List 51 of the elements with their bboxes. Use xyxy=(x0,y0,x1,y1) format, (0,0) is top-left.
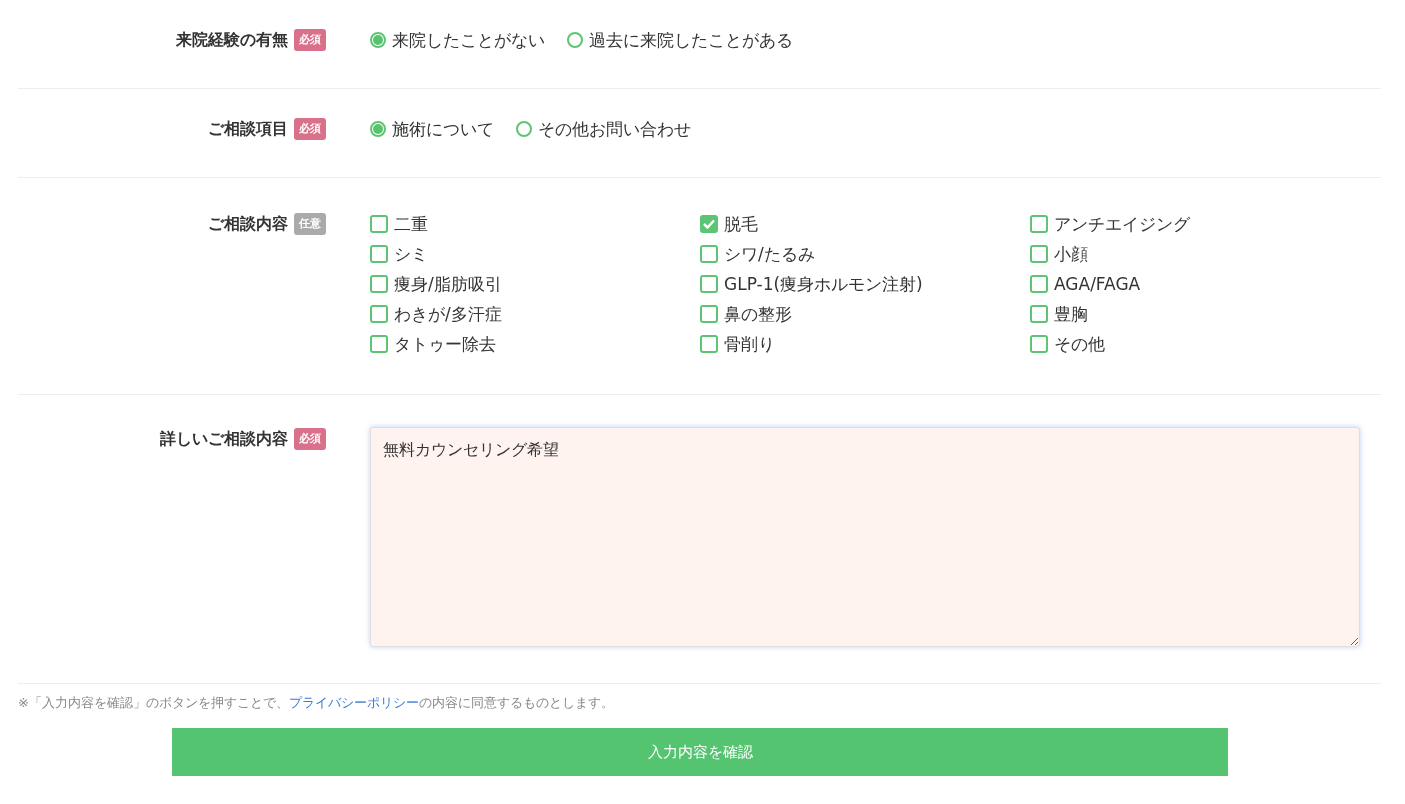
checkbox[interactable] xyxy=(370,245,388,263)
option-label: 小顔 xyxy=(1054,243,1088,266)
required-badge: 必須 xyxy=(294,428,326,450)
checkbox[interactable] xyxy=(1030,245,1048,263)
option-label: 脱毛 xyxy=(724,213,758,236)
option-label: シミ xyxy=(394,243,428,266)
radio-option[interactable]: 来院したことがない xyxy=(370,28,545,52)
consent-notice: ※「入力内容を確認」のボタンを押すことで、プライバシーポリシーの内容に同意するものとします。 xyxy=(18,694,615,712)
option-label: わきが/多汗症 xyxy=(394,303,502,326)
field-label: ご相談内容 xyxy=(208,213,288,235)
field-label: 詳しいご相談内容 xyxy=(160,428,288,450)
checkbox[interactable] xyxy=(700,245,718,263)
option-label: シワ/たるみ xyxy=(724,243,815,266)
privacy-policy-link[interactable]: プライバシーポリシー xyxy=(288,695,419,710)
field-label: ご相談項目 xyxy=(208,118,288,140)
option-label: GLP-1(痩身ホルモン注射) xyxy=(724,273,923,296)
option-label: その他 xyxy=(1054,333,1105,356)
radio-button[interactable] xyxy=(516,121,532,137)
option-label: 来院したことがない xyxy=(392,29,545,52)
checkbox[interactable] xyxy=(1030,335,1048,353)
option-label: アンチエイジング xyxy=(1054,213,1190,236)
option-label: 骨削り xyxy=(724,333,775,356)
checkbox[interactable] xyxy=(370,305,388,323)
field-label: 来院経験の有無 xyxy=(176,29,288,51)
optional-badge: 任意 xyxy=(294,213,326,235)
option-label: 鼻の整形 xyxy=(724,303,792,326)
checkbox[interactable] xyxy=(700,215,718,233)
radio-option[interactable]: その他お問い合わせ xyxy=(516,117,691,141)
radio-button[interactable] xyxy=(567,32,583,48)
checkbox[interactable] xyxy=(700,275,718,293)
checkbox[interactable] xyxy=(1030,275,1048,293)
radio-button[interactable] xyxy=(370,121,386,137)
option-label: タトゥー除去 xyxy=(394,333,496,356)
checkbox[interactable] xyxy=(700,305,718,323)
required-badge: 必須 xyxy=(294,118,326,140)
required-badge: 必須 xyxy=(294,29,326,51)
checkbox[interactable] xyxy=(1030,305,1048,323)
radio-option[interactable]: 施術について xyxy=(370,117,494,141)
option-label: AGA/FAGA xyxy=(1054,273,1141,296)
option-label: 施術について xyxy=(392,118,494,141)
checkbox[interactable] xyxy=(1030,215,1048,233)
consultation-textarea[interactable]: 無料カウンセリング希望 xyxy=(370,427,1360,647)
option-label: その他お問い合わせ xyxy=(538,118,691,141)
radio-button[interactable] xyxy=(370,32,386,48)
checkbox[interactable] xyxy=(370,215,388,233)
option-label: 痩身/脂肪吸引 xyxy=(394,273,502,296)
option-label: 豊胸 xyxy=(1054,303,1088,326)
checkbox[interactable] xyxy=(370,275,388,293)
option-label: 二重 xyxy=(394,213,428,236)
checkbox[interactable] xyxy=(700,335,718,353)
checkbox[interactable] xyxy=(370,335,388,353)
